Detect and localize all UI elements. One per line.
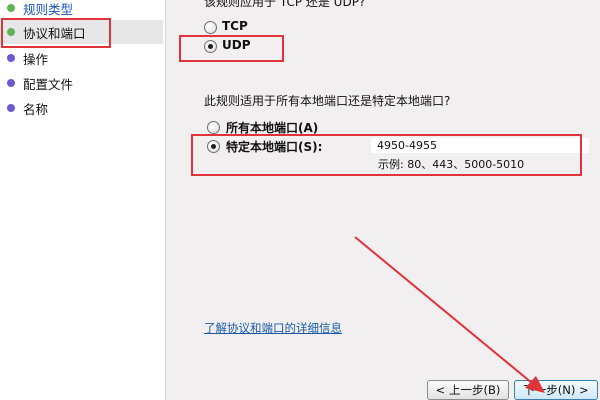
sidebar-item-name[interactable]: 名称 bbox=[0, 96, 163, 120]
sidebar-item-label: 规则类型 bbox=[23, 1, 74, 17]
port-example-hint: 示例: 80、443、5000-5010 bbox=[378, 158, 525, 171]
specific-ports-radio[interactable] bbox=[207, 140, 220, 153]
port-question: 此规则适用于所有本地端口还是特定本地端口? bbox=[204, 94, 451, 108]
specific-ports-label[interactable]: 特定本地端口(S): bbox=[226, 138, 322, 155]
all-ports-label[interactable]: 所有本地端口(A) bbox=[226, 119, 318, 136]
port-input[interactable] bbox=[371, 138, 589, 153]
sidebar-item-label: 名称 bbox=[23, 101, 49, 117]
next-button[interactable]: 下一步(N) > bbox=[514, 380, 598, 400]
sidebar-item-label: 操作 bbox=[23, 51, 49, 67]
sidebar-item-label: 配置文件 bbox=[23, 76, 74, 92]
green-dot-icon bbox=[7, 4, 15, 12]
sidebar-item-profile[interactable]: 配置文件 bbox=[0, 71, 163, 95]
purple-dot-icon bbox=[7, 79, 15, 87]
purple-dot-icon bbox=[7, 104, 15, 112]
sidebar-item-action[interactable]: 操作 bbox=[0, 46, 163, 70]
all-ports-radio[interactable] bbox=[207, 121, 220, 134]
tcp-radio[interactable] bbox=[204, 21, 217, 34]
sidebar-item-rule-type[interactable]: 规则类型 bbox=[0, 0, 163, 20]
udp-label[interactable]: UDP bbox=[222, 38, 251, 52]
sidebar: 规则类型 协议和端口 操作 配置文件 名称 bbox=[0, 0, 166, 400]
protocol-info-link[interactable]: 了解协议和端口的详细信息 bbox=[204, 320, 342, 336]
protocol-question: 该规则应用于 TCP 还是 UDP? bbox=[204, 0, 366, 9]
green-dot-icon bbox=[7, 28, 15, 36]
udp-radio[interactable] bbox=[204, 40, 217, 53]
sidebar-item-label: 协议和端口 bbox=[23, 25, 86, 41]
back-button[interactable]: < 上一步(B) bbox=[427, 380, 509, 400]
sidebar-item-protocol-ports[interactable]: 协议和端口 bbox=[0, 20, 163, 44]
purple-dot-icon bbox=[7, 54, 15, 62]
tcp-label[interactable]: TCP bbox=[222, 19, 248, 33]
